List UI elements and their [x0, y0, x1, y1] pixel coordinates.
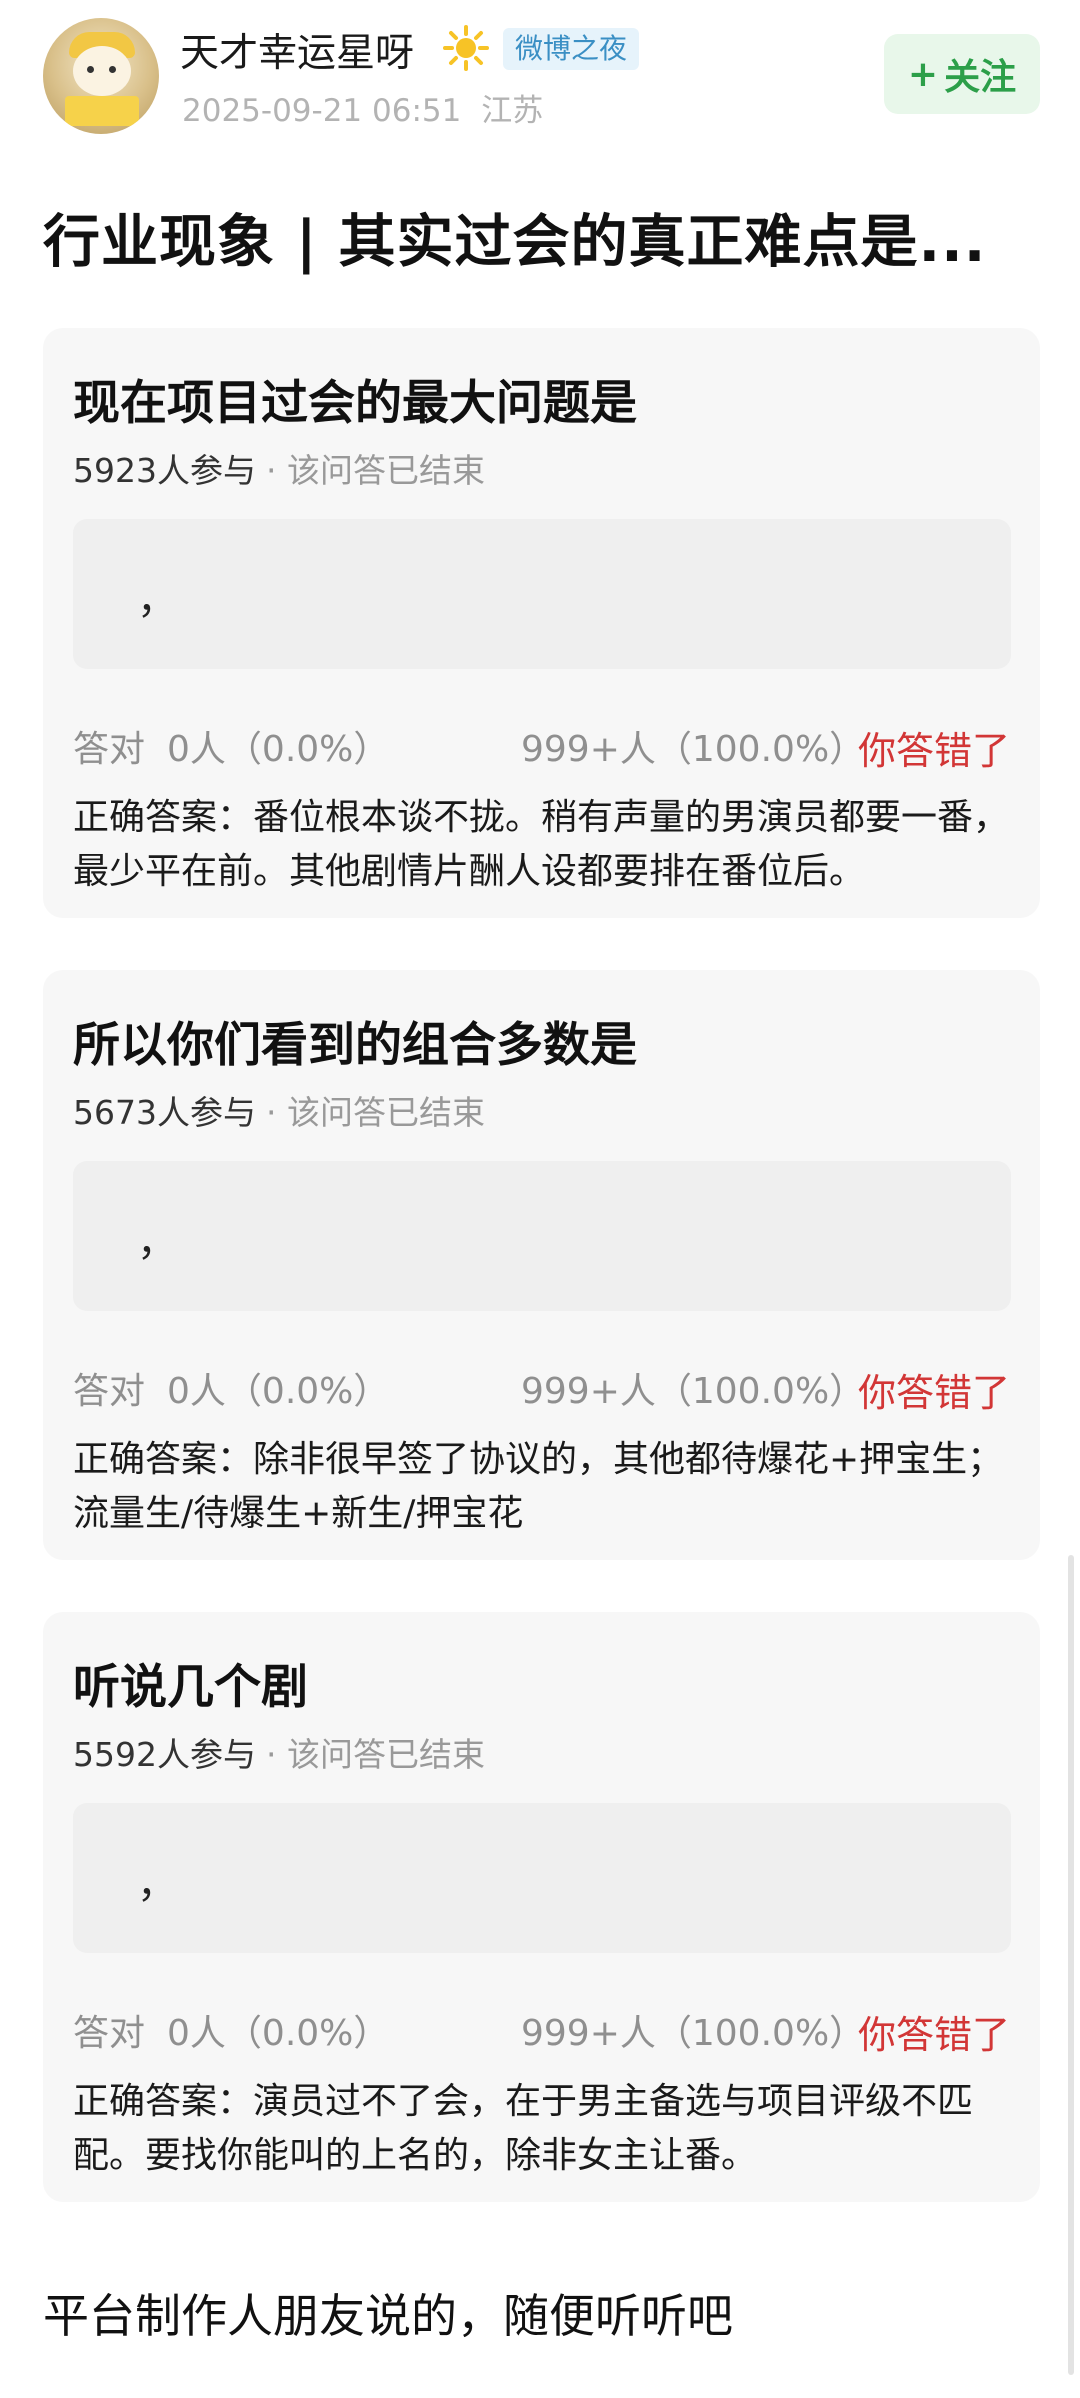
- event-badge[interactable]: 微博之夜: [503, 28, 640, 70]
- correct-label: 答对: [73, 1371, 146, 1412]
- quiz-stats: 5923人参与 · 该问答已结束: [73, 444, 485, 492]
- quiz-card: 听说几个剧 5592人参与 · 该问答已结束 ， 答对 0人（0.0%） 999+人…: [43, 1612, 1040, 2202]
- quiz-option[interactable]: ，: [73, 1161, 1011, 1311]
- post-header: 天才幸运星呀 微博之夜 2025-09-21 06:51 江苏 + 关注: [0, 0, 1080, 160]
- correct-count: 0人（0.0%）: [167, 729, 390, 770]
- quiz-question: 听说几个剧: [73, 1660, 308, 1715]
- quiz-option[interactable]: ，: [73, 1803, 1011, 1953]
- quiz-answer: 正确答案：番位根本谈不拢。稍有声量的男演员都要一番，最少平在前。其他剧情片酬人设…: [73, 797, 1010, 892]
- quiz-correct-stat: 答对 0人（0.0%）: [73, 1362, 389, 1414]
- quiz-status: · 该问答已结束: [265, 1735, 485, 1774]
- quiz-answer: 正确答案：演员过不了会，在于男主备选与项目评级不匹配。要找你能叫的上名的，除非女…: [73, 2081, 974, 2176]
- post-location: 江苏: [481, 93, 544, 129]
- quiz-participants: 5923人参与: [73, 451, 256, 490]
- sun-icon: [443, 25, 489, 71]
- quiz-status: · 该问答已结束: [265, 451, 485, 490]
- correct-count: 0人（0.0%）: [167, 1371, 390, 1412]
- quiz-stats: 5592人参与 · 该问答已结束: [73, 1728, 485, 1776]
- post-meta: 2025-09-21 06:51 江苏: [182, 85, 543, 130]
- quiz-option[interactable]: ，: [73, 519, 1011, 669]
- follow-button[interactable]: + 关注: [884, 34, 1040, 114]
- quiz-wrong-stat: 999+人（100.0%）: [521, 729, 866, 770]
- avatar-eye-left: [87, 66, 94, 73]
- correct-label: 答对: [73, 729, 146, 770]
- avatar-book: [65, 96, 139, 126]
- scrollbar[interactable]: [1068, 1555, 1074, 2375]
- avatar-cat-face: [73, 46, 131, 96]
- post-footer-text: 平台制作人朋友说的，随便听听吧: [43, 2289, 733, 2343]
- quiz-card: 现在项目过会的最大问题是 5923人参与 · 该问答已结束 ， 答对 0人（0.0%…: [43, 328, 1040, 918]
- quiz-answer: 正确答案：除非很早签了协议的，其他都待爆花+押宝生；流量生/待爆生+新生/押宝花: [73, 1439, 1004, 1534]
- quiz-result: 你答错了: [857, 1371, 1010, 1415]
- quiz-stats: 5673人参与 · 该问答已结束: [73, 1086, 485, 1134]
- quiz-wrong-stat: 999+人（100.0%）: [521, 1371, 866, 1412]
- plus-icon: +: [907, 53, 939, 95]
- post-timestamp: 2025-09-21 06:51: [182, 93, 462, 129]
- quiz-option-text: ，: [137, 1861, 177, 1907]
- quiz-participants: 5673人参与: [73, 1093, 256, 1132]
- quiz-question: 现在项目过会的最大问题是: [73, 376, 637, 431]
- quiz-participants: 5592人参与: [73, 1735, 256, 1774]
- quiz-card: 所以你们看到的组合多数是 5673人参与 · 该问答已结束 ， 答对 0人（0.0%…: [43, 970, 1040, 1560]
- quiz-correct-stat: 答对 0人（0.0%）: [73, 2004, 389, 2056]
- quiz-status: · 该问答已结束: [265, 1093, 485, 1132]
- correct-count: 0人（0.0%）: [167, 2013, 390, 2054]
- quiz-option-text: ，: [137, 1219, 177, 1265]
- post-title: 行业现象 | 其实过会的真正难点是...: [43, 209, 987, 275]
- username[interactable]: 天才幸运星呀: [180, 22, 414, 78]
- avatar[interactable]: [43, 18, 159, 134]
- quiz-result: 你答错了: [857, 2013, 1010, 2057]
- quiz-wrong-stat: 999+人（100.0%）: [521, 2013, 866, 2054]
- avatar-eye-right: [109, 66, 116, 73]
- quiz-correct-stat: 答对 0人（0.0%）: [73, 720, 389, 772]
- follow-label: 关注: [944, 57, 1017, 98]
- quiz-question: 所以你们看到的组合多数是: [73, 1018, 637, 1073]
- quiz-option-text: ，: [137, 577, 177, 623]
- correct-label: 答对: [73, 2013, 146, 2054]
- quiz-result: 你答错了: [857, 729, 1010, 773]
